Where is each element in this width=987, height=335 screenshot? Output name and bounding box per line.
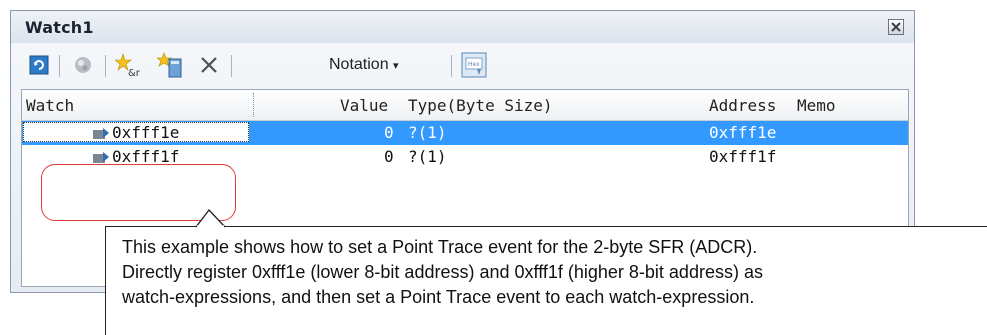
- column-divider[interactable]: [253, 93, 254, 117]
- callout-line: Directly register 0xfff1e (lower 8-bit a…: [122, 262, 763, 282]
- notation-label: Notation: [329, 56, 389, 73]
- add-watch-icon[interactable]: &r: [113, 49, 145, 81]
- watch-value[interactable]: 0: [384, 147, 394, 166]
- toolbar-separator: [231, 55, 232, 77]
- add-watch-expression-icon[interactable]: [155, 49, 187, 81]
- callout-text: This example shows how to set a Point Tr…: [122, 235, 982, 310]
- toolbar-separator: [451, 55, 452, 77]
- watch-type: ?(1): [408, 123, 447, 142]
- highlight-ring: [41, 164, 236, 221]
- watch-name: 0xfff1e: [112, 123, 180, 142]
- callout-note: This example shows how to set a Point Tr…: [105, 226, 987, 335]
- hex-display-icon[interactable]: Hex: [459, 49, 489, 81]
- toolbar: &r Notation ▾ Hex: [15, 43, 910, 87]
- column-header-memo[interactable]: Memo: [797, 96, 836, 115]
- svg-text:&r: &r: [128, 68, 141, 78]
- callout-line: This example shows how to set a Point Tr…: [122, 237, 758, 257]
- refresh-icon[interactable]: [27, 49, 51, 81]
- svg-text:Hex: Hex: [468, 61, 480, 68]
- chevron-down-icon: ▾: [393, 60, 399, 72]
- delete-icon[interactable]: [195, 49, 223, 81]
- watch-type: ?(1): [408, 147, 447, 166]
- toolbar-separator: [59, 55, 60, 77]
- gem-icon: [69, 49, 97, 81]
- close-icon[interactable]: [888, 19, 904, 35]
- grid-header: Watch Value Type(Byte Size) Address Memo: [22, 90, 908, 121]
- table-row[interactable]: 0xfff1e 0 ?(1) 0xfff1e: [22, 121, 908, 145]
- callout-line: watch-expressions, and then set a Point …: [122, 287, 755, 307]
- column-header-watch[interactable]: Watch: [26, 96, 74, 115]
- column-header-address[interactable]: Address: [709, 96, 776, 115]
- panel-title: Watch1: [25, 18, 94, 37]
- panel-titlebar: Watch1: [11, 11, 914, 43]
- watch-address: 0xfff1e: [709, 123, 777, 142]
- column-header-value[interactable]: Value: [340, 96, 388, 115]
- watch-item-icon: [92, 126, 110, 145]
- toolbar-separator: [105, 55, 106, 77]
- column-header-type[interactable]: Type(Byte Size): [408, 96, 553, 115]
- watch-value[interactable]: 0: [384, 123, 394, 142]
- notation-dropdown[interactable]: Notation ▾: [329, 56, 399, 74]
- watch-address: 0xfff1f: [709, 147, 777, 166]
